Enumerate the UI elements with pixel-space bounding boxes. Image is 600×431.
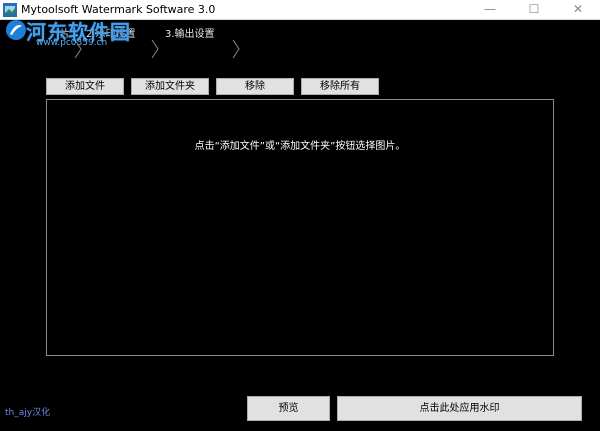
- step-tab-output-settings[interactable]: 3.输出设置: [165, 25, 215, 40]
- empty-list-hint: 点击“添加文件”或“添加文件夹”按钮选择图片。: [194, 141, 406, 152]
- add-file-button[interactable]: 添加文件: [46, 78, 124, 95]
- watermark-overlay-url: www.pc0359.cn: [36, 38, 108, 48]
- window-title: Mytoolsoft Watermark Software 3.0: [21, 3, 216, 16]
- chevron-right-icon: [232, 40, 240, 58]
- apply-watermark-button[interactable]: 点击此处应用水印: [337, 396, 582, 421]
- app-icon: [3, 3, 17, 17]
- add-folder-button[interactable]: 添加文件夹: [131, 78, 209, 95]
- translator-credit: th_ajy汉化: [5, 408, 51, 418]
- close-button[interactable]: ✕: [556, 0, 600, 19]
- remove-button[interactable]: 移除: [216, 78, 294, 95]
- image-file-list[interactable]: 点击“添加文件”或“添加文件夹”按钮选择图片。: [46, 99, 554, 356]
- remove-all-button[interactable]: 移除所有: [301, 78, 379, 95]
- chevron-right-icon: [151, 40, 159, 58]
- minimize-button[interactable]: —: [468, 0, 512, 19]
- preview-button[interactable]: 预览: [247, 396, 330, 421]
- maximize-button[interactable]: ☐: [512, 0, 556, 19]
